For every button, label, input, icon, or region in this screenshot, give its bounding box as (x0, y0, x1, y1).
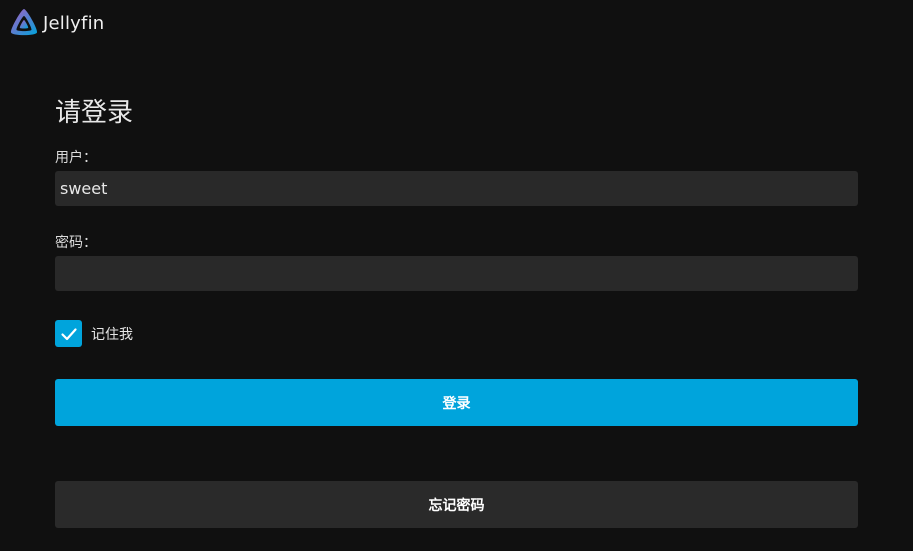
checkmark-icon (60, 327, 77, 340)
username-label: 用户： (55, 150, 97, 166)
login-form: 请登录 用户： 密码： 记住我 登录 忘记密码 (55, 96, 858, 528)
app-name: Jellyfin (43, 12, 105, 34)
jellyfin-logo-icon (8, 7, 40, 39)
password-input[interactable] (55, 256, 858, 291)
forgot-password-button[interactable]: 忘记密码 (55, 481, 858, 528)
remember-me-label: 记住我 (91, 326, 133, 343)
remember-me-checkbox[interactable] (55, 320, 82, 347)
username-input[interactable] (55, 171, 858, 206)
login-button[interactable]: 登录 (55, 379, 858, 426)
remember-me-row[interactable]: 记住我 (55, 320, 133, 347)
page-title: 请登录 (55, 98, 134, 128)
app-header: Jellyfin (8, 6, 104, 40)
password-label: 密码： (55, 235, 97, 251)
